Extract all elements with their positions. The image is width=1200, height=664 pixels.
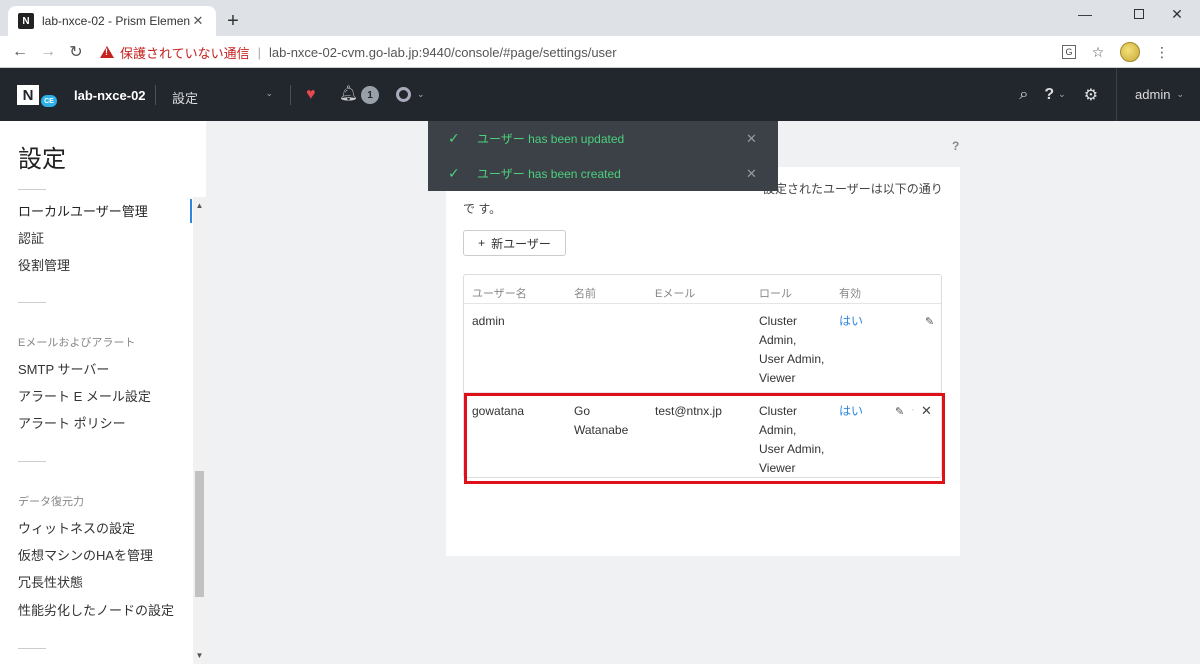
highlight-box [464, 393, 945, 484]
chevron-down-icon: ⌄ [417, 89, 425, 99]
browser-menu-icon[interactable]: ⋮ [1154, 44, 1170, 60]
search-icon[interactable]: ⌕ [1019, 86, 1028, 104]
bookmark-star-icon[interactable]: ☆ [1090, 44, 1106, 60]
forward-arrow-icon[interactable]: → [38, 42, 58, 62]
column-header-enabled[interactable]: 有効 [839, 285, 861, 301]
plus-icon: + [478, 236, 486, 250]
toast-close-icon[interactable]: ✕ [746, 131, 757, 147]
settings-sidebar: 設定 ローカルユーザー管理 認証 役割管理 Eメールおよびアラート SMTP サ… [0, 121, 206, 664]
check-icon: ✓ [448, 165, 460, 181]
window-close-button[interactable]: ✕ [1154, 0, 1200, 28]
sidebar-section-data-resiliency: データ復元力 [18, 496, 84, 508]
column-header-name[interactable]: 名前 [574, 285, 596, 301]
cell-enabled[interactable]: はい [839, 312, 863, 331]
gear-icon[interactable]: ⚙ [1084, 85, 1098, 105]
sidebar-item-alert-email[interactable]: アラート E メール設定 [18, 386, 151, 405]
scroll-up-arrow-icon[interactable]: ▲ [193, 201, 206, 210]
check-icon: ✓ [448, 130, 460, 146]
sidebar-item-authentication[interactable]: 認証 [18, 228, 44, 247]
chevron-down-icon: ⌄ [1058, 89, 1066, 99]
alert-count-badge[interactable]: 1 [361, 86, 379, 104]
chevron-down-icon: ⌄ [265, 88, 273, 98]
nutanix-logo-icon[interactable]: N CE [17, 85, 57, 107]
scroll-down-arrow-icon[interactable]: ▼ [193, 651, 206, 660]
translate-icon[interactable]: G [1062, 45, 1076, 59]
address-bar[interactable]: 保護されていない通信 | lab-nxce-02-cvm.go-lab.jp:9… [94, 40, 1170, 64]
toast-created: ✓ ユーザー has been created ✕ [448, 165, 757, 182]
nutanix-favicon-icon: N [18, 13, 34, 29]
pencil-edit-icon[interactable]: ✎ [925, 315, 934, 328]
sidebar-item-smtp[interactable]: SMTP サーバー [18, 359, 109, 378]
security-warning-label: 保護されていない通信 [120, 45, 250, 61]
column-header-username[interactable]: ユーザー名 [472, 285, 527, 301]
tab-title: lab-nxce-02 - Prism Element [42, 14, 190, 28]
health-heart-icon[interactable]: ♥ [306, 87, 324, 103]
browser-tab[interactable]: N lab-nxce-02 - Prism Element ✕ [8, 6, 216, 36]
sidebar-scrollbar[interactable]: ▲ ▼ [193, 197, 206, 664]
browser-titlebar: N lab-nxce-02 - Prism Element ✕ + — ✕ [0, 0, 1200, 36]
cell-username: admin [472, 314, 505, 328]
tab-close-icon[interactable]: ✕ [190, 13, 206, 29]
chevron-down-icon: ⌄ [1176, 89, 1184, 99]
scrollbar-thumb[interactable] [195, 471, 204, 597]
sidebar-item-alert-policy[interactable]: アラート ポリシー [18, 413, 126, 432]
window-minimize-button[interactable]: — [1062, 0, 1108, 28]
sidebar-section-email-alerts: Eメールおよびアラート [18, 337, 136, 349]
cluster-name: lab-nxce-02 [74, 88, 146, 103]
main-menu-dropdown[interactable]: 設定 ⌄ [172, 88, 277, 107]
reload-icon[interactable]: ↻ [66, 42, 86, 62]
browser-toolbar: ← → ↻ 保護されていない通信 | lab-nxce-02-cvm.go-la… [0, 36, 1200, 68]
sidebar-item-vm-ha[interactable]: 仮想マシンのHAを管理 [18, 545, 153, 564]
bell-icon[interactable]: 🔔︎ [339, 86, 358, 102]
active-indicator [190, 199, 192, 223]
sidebar-item-degraded-node[interactable]: 性能劣化したノードの設定 [18, 600, 174, 619]
sidebar-title: 設定 [18, 146, 66, 173]
new-tab-button[interactable]: + [222, 10, 244, 32]
toast-close-icon[interactable]: ✕ [746, 166, 757, 182]
help-icon[interactable]: ? [952, 139, 959, 153]
new-user-button[interactable]: + 新ユーザー [463, 230, 566, 256]
toast-container: ✓ ユーザー has been updated ✕ ✓ ユーザー has bee… [428, 121, 778, 191]
local-users-card: 設定されたユーザーは以下の通りで す。 + 新ユーザー ユーザー名 名前 Eメー… [446, 167, 960, 556]
url-text: lab-nxce-02-cvm.go-lab.jp:9440/console/#… [269, 44, 617, 60]
sidebar-item-role-management[interactable]: 役割管理 [18, 255, 70, 274]
column-header-role[interactable]: ロール [759, 285, 792, 301]
sidebar-item-local-users[interactable]: ローカルユーザー管理 [18, 201, 148, 220]
cell-roles: Cluster Admin, User Admin, Viewer [759, 314, 825, 385]
column-header-email[interactable]: Eメール [655, 285, 695, 301]
sidebar-item-witness[interactable]: ウィットネスの設定 [18, 518, 135, 537]
help-icon[interactable]: ? [1044, 86, 1054, 104]
warning-icon [100, 46, 114, 58]
profile-avatar-icon[interactable] [1120, 42, 1140, 62]
back-arrow-icon[interactable]: ← [10, 42, 30, 62]
toast-updated: ✓ ユーザー has been updated ✕ [448, 130, 757, 147]
app-header: N CE lab-nxce-02 設定 ⌄ ♥ 🔔︎ 1 ⌄ ⌕ ? ⌄ ⚙ a… [0, 68, 1200, 121]
tasks-icon[interactable] [396, 87, 411, 102]
url-separator: | [257, 44, 262, 60]
sidebar-item-redundancy[interactable]: 冗長性状態 [18, 572, 83, 591]
user-menu[interactable]: admin [1135, 87, 1170, 102]
